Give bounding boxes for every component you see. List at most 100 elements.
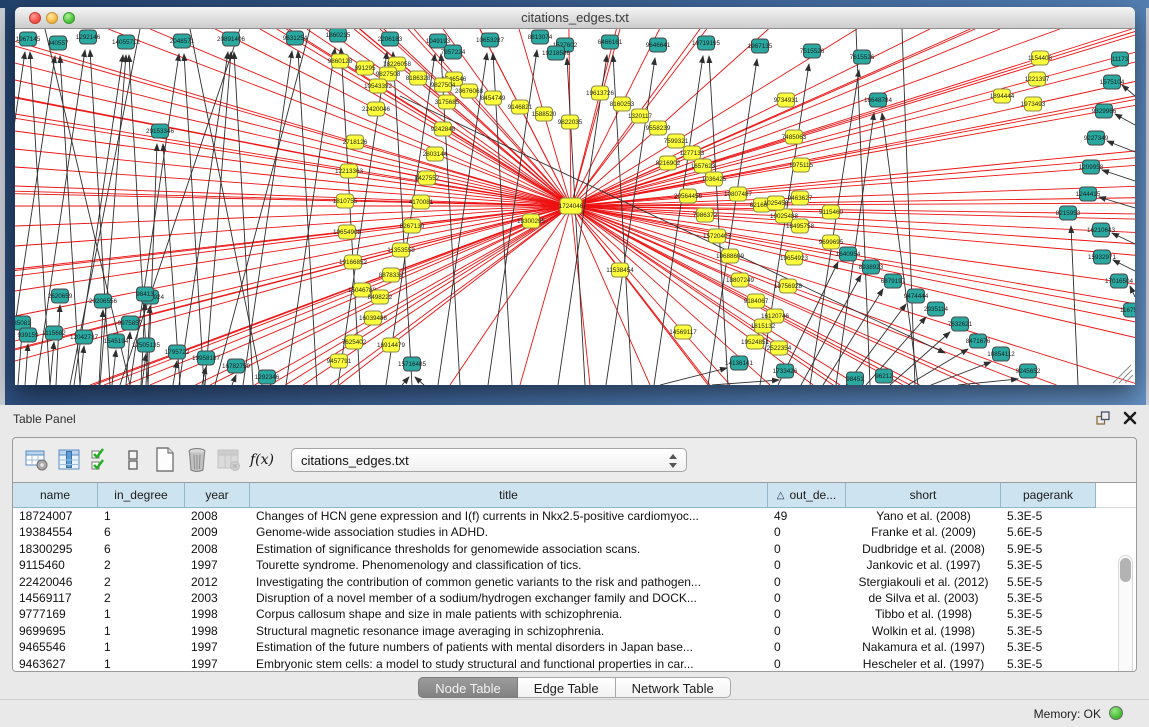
teal-graph-node[interactable]: 1967135 (748, 39, 773, 53)
yellow-graph-node[interactable]: 891295 (354, 61, 376, 75)
table-vertical-scrollbar[interactable] (1118, 555, 1133, 672)
yellow-graph-node[interactable]: 1973493 (1021, 97, 1046, 111)
yellow-graph-node[interactable]: 19613726 (586, 86, 615, 100)
yellow-graph-node[interactable]: 7986372 (693, 208, 718, 222)
teal-graph-node[interactable]: 98451 (846, 372, 864, 385)
teal-graph-node[interactable]: 9646641 (646, 38, 671, 52)
teal-graph-node[interactable]: 15716485 (398, 357, 427, 371)
teal-graph-node[interactable]: 1733426 (773, 364, 798, 378)
teal-graph-node[interactable]: 8938923 (859, 260, 884, 274)
table-settings-icon[interactable] (21, 445, 53, 475)
column-header-short[interactable]: short (846, 483, 1001, 508)
float-panel-icon[interactable] (1095, 410, 1111, 426)
yellow-graph-node[interactable]: 1320117 (628, 109, 653, 123)
table-row[interactable]: 1830029562008Estimation of significance … (13, 541, 1136, 557)
select-columns-icon[interactable] (85, 445, 117, 475)
tab-node-table[interactable]: Node Table (418, 677, 518, 698)
teal-graph-node[interactable]: 29153346 (146, 124, 175, 138)
column-header-year[interactable]: year (185, 483, 250, 508)
teal-graph-node[interactable]: 940557 (47, 36, 69, 50)
teal-graph-node[interactable]: 96212 (875, 369, 893, 383)
teal-graph-node[interactable]: 1545194 (104, 334, 129, 348)
yellow-graph-node[interactable]: 7485063 (782, 130, 807, 144)
yellow-graph-node[interactable]: 8267130 (400, 219, 425, 233)
teal-graph-node[interactable]: 1575104 (1100, 75, 1125, 89)
yellow-graph-node[interactable]: 19756928 (774, 279, 803, 293)
tab-edge-table[interactable]: Edge Table (518, 677, 616, 698)
teal-graph-node[interactable]: 9631254 (283, 31, 308, 45)
yellow-graph-node[interactable]: 9699695 (819, 235, 844, 249)
yellow-graph-node[interactable]: 14569117 (669, 325, 697, 339)
column-header-title[interactable]: title (250, 483, 768, 508)
teal-graph-node[interactable]: 1860215 (326, 29, 351, 42)
teal-graph-node[interactable]: 20891406 (217, 32, 246, 46)
teal-graph-node[interactable]: 10719195 (692, 36, 721, 50)
teal-graph-node[interactable]: 2935114 (924, 302, 949, 316)
rows-icon[interactable] (117, 445, 149, 475)
close-panel-icon[interactable] (1123, 411, 1137, 425)
table-select-dropdown[interactable]: citations_edges.txt (291, 448, 687, 472)
yellow-graph-node[interactable]: 1588520 (532, 107, 557, 121)
teal-graph-node[interactable]: 10854112 (987, 347, 1015, 361)
table-row[interactable]: 1938455462009Genome-wide association stu… (13, 524, 1136, 540)
yellow-graph-node[interactable]: 8498222 (368, 290, 393, 304)
teal-graph-node[interactable]: 98413 (136, 287, 154, 301)
yellow-graph-node[interactable]: 4170081 (409, 195, 434, 209)
delete-table-icon[interactable] (181, 445, 213, 475)
yellow-graph-node[interactable]: 19654908 (333, 225, 362, 239)
table-row[interactable]: 911546021997Tourette syndrome. Phenomeno… (13, 557, 1136, 573)
yellow-graph-node[interactable]: 1221397 (1025, 72, 1050, 86)
yellow-graph-node[interactable]: 1036425 (702, 172, 727, 186)
scrollbar-thumb[interactable] (1120, 558, 1131, 582)
yellow-graph-node[interactable]: 16914479 (377, 338, 406, 352)
yellow-graph-node[interactable]: 12213363 (335, 164, 364, 178)
teal-graph-node[interactable]: 7515526 (800, 44, 825, 58)
teal-graph-node[interactable]: 1795722 (165, 345, 190, 359)
yellow-graph-node[interactable]: 1975115 (789, 158, 814, 172)
yellow-graph-node[interactable]: 8160253 (610, 97, 635, 111)
table-row[interactable]: 946362711997Embryonic stem cells: a mode… (13, 656, 1136, 672)
yellow-graph-node[interactable]: 9457791 (327, 354, 352, 368)
yellow-graph-node[interactable]: 19654923 (780, 251, 809, 265)
yellow-graph-node[interactable]: 11538454 (606, 263, 634, 277)
teal-graph-node[interactable]: 17016504 (1105, 274, 1134, 288)
teal-graph-node[interactable]: 8813074 (528, 30, 553, 44)
citation-network-graph[interactable]: 1967145940557129214614055712204857120891… (15, 29, 1135, 385)
column-header-pagerank[interactable]: pagerank (1001, 483, 1096, 508)
table-row[interactable]: 2242004622012Investigating the contribut… (13, 574, 1136, 590)
yellow-graph-node[interactable]: 19524851 (741, 335, 770, 349)
teal-graph-node[interactable]: 7957224 (441, 45, 466, 59)
table-row[interactable]: 969969511998Structural magnetic resonanc… (13, 623, 1136, 639)
table-column-icon[interactable] (53, 445, 85, 475)
teal-graph-node[interactable]: 10653287 (476, 33, 505, 47)
teal-graph-node[interactable]: 9227349 (1084, 131, 1109, 145)
teal-graph-node[interactable]: 16210643 (1087, 223, 1116, 237)
teal-graph-node[interactable]: 14136141 (725, 356, 754, 370)
teal-graph-node[interactable]: 9245652 (1016, 364, 1041, 378)
import-table-icon[interactable] (213, 445, 245, 475)
teal-graph-node[interactable]: 2620659 (48, 289, 73, 303)
teal-graph-node[interactable]: 1292146 (76, 30, 101, 44)
network-canvas[interactable]: 1967145940557129214614055712204857120891… (15, 29, 1135, 385)
yellow-graph-node[interactable]: 7625402 (342, 335, 367, 349)
teal-graph-node[interactable]: 6466161 (598, 35, 623, 49)
teal-graph-node[interactable]: 1967145 (16, 32, 41, 46)
yellow-graph-node[interactable]: 2522354 (767, 341, 792, 355)
yellow-graph-node[interactable]: 8454749 (481, 91, 506, 105)
teal-graph-node[interactable]: 1244415 (1076, 187, 1101, 201)
teal-graph-node[interactable]: 7632621 (948, 317, 973, 331)
window-titlebar[interactable]: citations_edges.txt (15, 7, 1135, 29)
table-row[interactable]: 1456911722003Disruption of a novel membe… (13, 590, 1136, 606)
column-header-name[interactable]: name (13, 483, 98, 508)
yellow-graph-node[interactable]: 9558239 (646, 121, 671, 135)
column-header-indegree[interactable]: in_degree (98, 483, 185, 508)
teal-graph-node[interactable]: 1209958 (1079, 160, 1104, 174)
yellow-graph-node[interactable]: 1894444 (990, 89, 1015, 103)
teal-graph-node[interactable]: 20206556 (89, 294, 118, 308)
yellow-graph-node[interactable]: 1724046 (559, 198, 584, 214)
teal-graph-node[interactable]: 1167533 (1120, 303, 1135, 317)
teal-graph-node[interactable]: 6879197 (881, 274, 906, 288)
teal-graph-node[interactable]: 9329966 (1092, 104, 1117, 118)
yellow-graph-node[interactable]: 9860128 (328, 54, 353, 68)
teal-graph-node[interactable]: 1115682 (42, 326, 66, 340)
